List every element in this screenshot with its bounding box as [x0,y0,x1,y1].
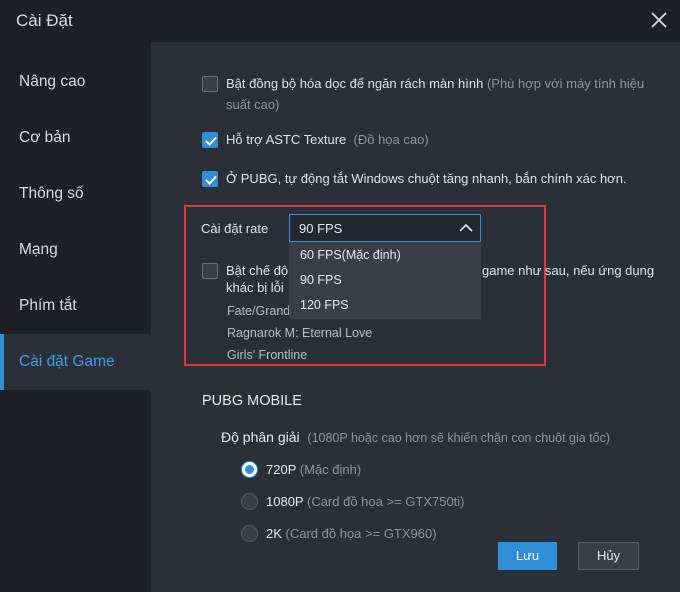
game-item: Ragnarok M: Eternal Love [227,326,373,340]
astc-label-text: Hỗ trợ ASTC Texture [226,132,347,147]
resolution-720p-label: 720P (Mặc định) [266,462,361,477]
resolution-1080p-radio[interactable] [241,493,258,510]
resolution-720p-radio[interactable] [241,461,258,478]
resolution-name: 720P [266,462,297,477]
game-item: Girls' Frontline [227,348,308,362]
rate-option-60[interactable]: 60 FPS(Mặc định) [289,243,481,268]
resolution-label: Độ phân giải (1080P hoặc cao hơn sẽ khiế… [221,429,610,445]
astc-label: Hỗ trợ ASTC Texture (Đồ họa cao) [226,132,429,147]
pubg-mouse-label: Ở PUBG, tự động tắt Windows chuột tăng n… [226,171,627,186]
chevron-up-icon [459,221,473,240]
resolution-1080p-label: 1080P (Card đồ họa >= GTX750ti) [266,494,465,509]
resolution-2k-label: 2K (Card đồ họa >= GTX960) [266,526,437,541]
highfps-label-line2: khác bị lỗi [226,280,284,295]
sidebar-item-basic[interactable]: Cơ bản [0,110,151,166]
sidebar-item-label: Thông số [19,185,84,202]
rate-option-90[interactable]: 90 FPS [289,268,481,293]
astc-checkbox[interactable] [202,132,218,148]
sidebar-item-label: Phím tắt [19,297,77,314]
sidebar-item-label: Mạng [19,241,58,258]
resolution-hint: (1080P hoặc cao hơn sẽ khiến chặn con ch… [307,431,611,445]
astc-hint: (Đồ họa cao) [353,132,429,147]
check-icon [205,136,217,146]
save-button[interactable]: Lưu [498,542,557,570]
resolution-name: 2K [266,526,282,541]
sidebar-item-network[interactable]: Mạng [0,222,151,278]
resolution-note: (Card đồ họa >= GTX750ti) [306,494,465,509]
sidebar-item-game-settings[interactable]: Cài đặt Game [0,334,151,390]
vsync-label-text: Bật đồng bộ hóa dọc để ngăn rách màn hìn… [226,76,484,91]
check-icon [205,175,217,185]
resolution-note: (Card đồ họa >= GTX960) [285,526,437,541]
cancel-button[interactable]: Hủy [578,542,639,570]
sidebar-item-label: Cơ bản [19,129,71,146]
resolution-label-text: Độ phân giải [221,429,300,445]
resolution-2k-radio[interactable] [241,525,258,542]
vsync-label: Bật đồng bộ hóa dọc để ngăn rách màn hìn… [226,73,656,115]
sidebar-item-label: Nâng cao [19,73,86,90]
sidebar: Nâng cao Cơ bản Thông số Mạng Phím tắt C… [0,42,151,592]
section-title: PUBG MOBILE [202,393,302,409]
close-icon[interactable] [649,10,669,30]
rate-select[interactable]: 90 FPS [289,214,481,242]
highfps-label-end: game như sau, nếu ứng dụng [482,263,655,278]
vsync-checkbox[interactable] [202,76,218,92]
rate-option-120[interactable]: 120 FPS [289,293,481,318]
rate-dropdown-menu: 60 FPS(Mặc định) 90 FPS 120 FPS [289,242,481,319]
pubg-mouse-checkbox[interactable] [202,171,218,187]
sidebar-item-shortcuts[interactable]: Phím tắt [0,278,151,334]
highfps-checkbox[interactable] [202,263,218,279]
rate-label: Cài đặt rate [201,221,269,236]
resolution-note: (Mặc định) [299,462,362,477]
rate-selected-value: 90 FPS [299,221,343,236]
sidebar-item-advanced[interactable]: Nâng cao [0,54,151,110]
window-title: Cài Đặt [16,11,73,30]
title-bar: Cài Đặt [0,0,680,42]
game-item: Fate/Grand [227,304,291,318]
sidebar-item-label: Cài đặt Game [19,353,115,370]
highfps-label-start: Bật chế độ [226,263,289,278]
resolution-name: 1080P [266,494,304,509]
sidebar-item-specs[interactable]: Thông số [0,166,151,222]
